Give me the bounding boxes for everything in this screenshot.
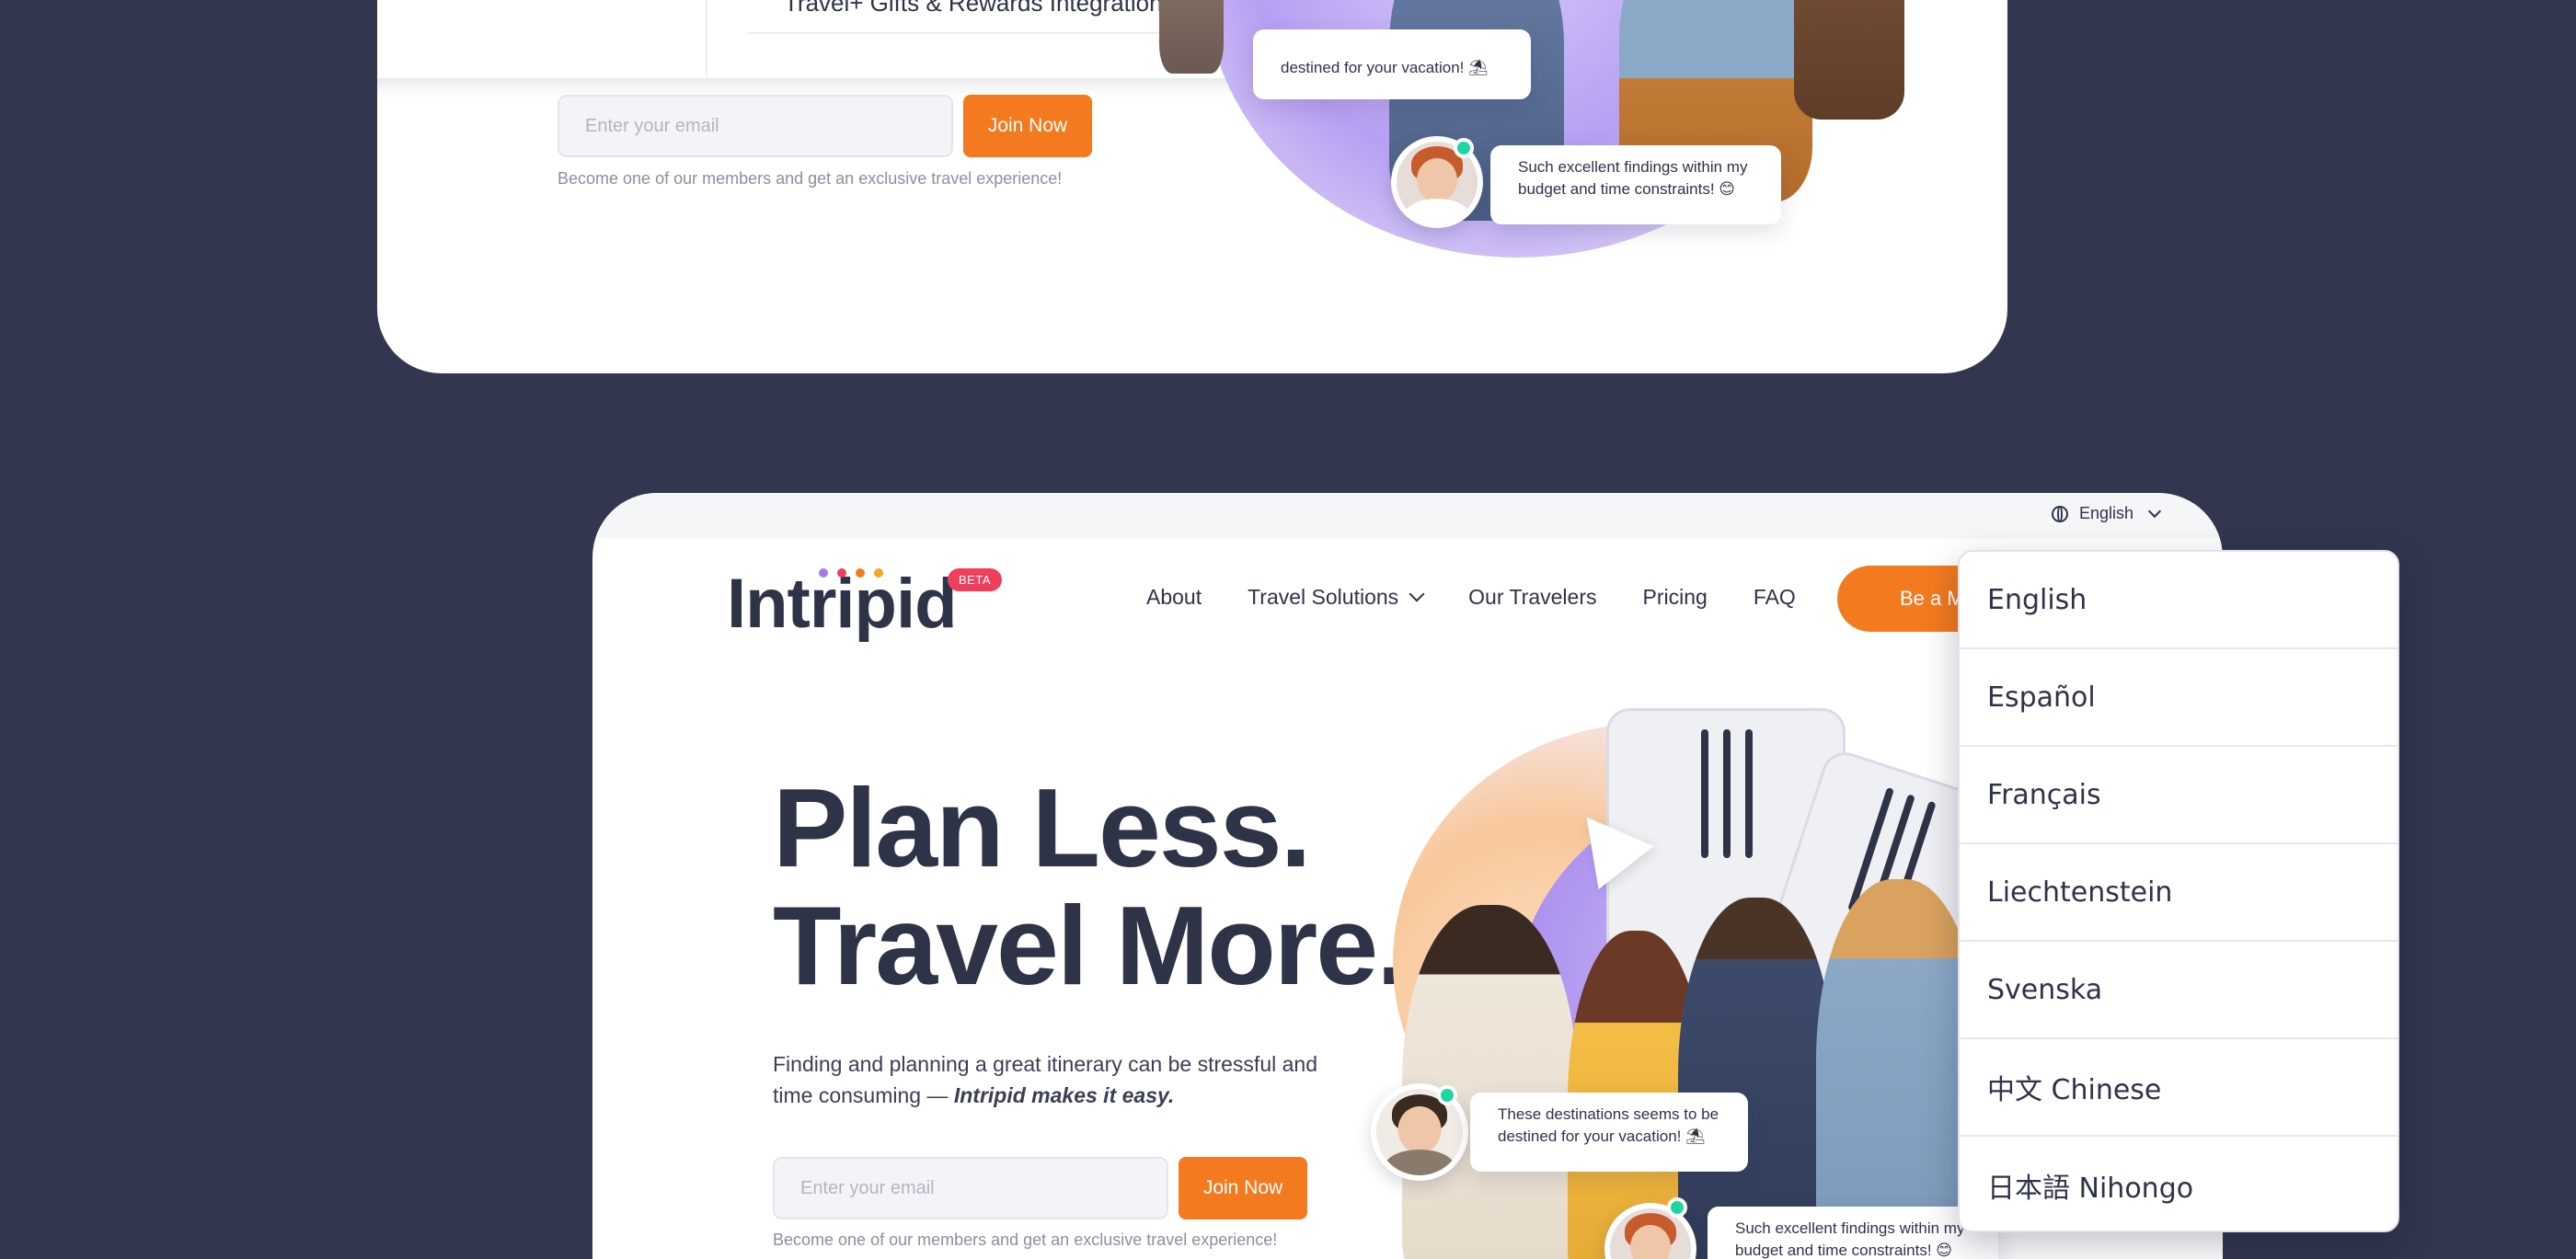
online-status-dot [1667,1197,1687,1218]
nav-pricing[interactable]: Pricing [1643,585,1708,610]
language-option-chinese[interactable]: 中文 Chinese [1960,1039,2398,1137]
testimonial-text: These destinations seems to be [1498,1105,1719,1123]
hero-subtitle-emphasis: Intripid makes it easy. [953,1083,1175,1107]
testimonial-text: destined for your vacation! ⛱ [1281,59,1489,76]
backpack-figure [1794,0,1904,120]
globe-icon [2052,505,2068,522]
language-switcher[interactable]: English [2052,504,2162,523]
testimonial-bubble: These destinations seems to be destined … [1470,1093,1748,1172]
menu-item-gifts-rewards[interactable]: Travel+ Gifts & Rewards Integration [784,0,1163,17]
main-nav: About Travel Solutions Our Travelers Pri… [1146,585,1796,610]
top-utility-bar: English [592,493,2223,539]
testimonial-bubble: Such excellent findings within my budget… [1490,145,1781,224]
language-option-espanol[interactable]: Español [1960,649,2398,747]
logo-dot [819,568,828,578]
email-input[interactable] [773,1157,1168,1219]
logo-dot [856,568,865,578]
traveler-figure [1816,879,1982,1259]
logo[interactable]: Intripid BETA [727,563,1002,646]
hero-title-line: Travel More. [773,883,1408,1008]
avatar-face [1417,157,1457,202]
testimonial-bubble: destined for your vacation! ⛱ [1253,29,1531,99]
online-status-dot [1454,138,1474,158]
testimonial-text: destined for your vacation! ⛱ [1498,1127,1706,1145]
language-option-svenska[interactable]: Svenska [1960,942,2398,1039]
member-note: Become one of our members and get an exc… [558,169,1063,188]
member-note: Become one of our members and get an exc… [773,1230,1278,1249]
testimonial-text: budget and time constraints! 😊 [1518,180,1736,198]
email-input[interactable] [558,95,953,157]
nav-about[interactable]: About [1146,585,1202,610]
beta-badge: BETA [948,568,1002,591]
chevron-down-icon [1409,586,1425,601]
hero-title-line: Plan Less. [773,765,1312,890]
avatar-face [1397,1105,1442,1154]
language-dropdown-menu: English Español Français Liechtenstein S… [1958,550,2399,1232]
language-label: English [2079,504,2134,522]
testimonial-text: budget and time constraints! 😊 [1735,1242,1953,1259]
nav-our-travelers[interactable]: Our Travelers [1468,585,1596,610]
panel-divider [706,0,707,78]
hero-title: Plan Less. Travel More. [773,765,1408,1008]
join-now-button[interactable]: Join Now [1179,1157,1307,1219]
chevron-down-icon [2147,504,2162,518]
ticket-stripe [1745,729,1753,858]
logo-dot [874,568,883,578]
testimonial-text: Such excellent findings within my [1518,158,1748,176]
language-option-liechtenstein[interactable]: Liechtenstein [1960,844,2398,942]
testimonial-text: Such excellent findings within my [1735,1219,1965,1237]
logo-dots [819,568,883,578]
language-option-nihongo[interactable]: 日本語 Nihongo [1960,1137,2398,1230]
top-preview-card: Travel+ Gifts & Rewards Integration Join… [377,0,2007,373]
logo-dot [837,568,846,578]
ticket-stripe [1701,729,1708,858]
join-now-button[interactable]: Join Now [963,95,1092,157]
nav-label: Travel Solutions [1248,585,1399,609]
ticket-stripe [1723,729,1731,858]
traveler-figure [1678,898,1834,1259]
nav-travel-solutions[interactable]: Travel Solutions [1248,585,1425,610]
nav-faq[interactable]: FAQ [1754,585,1796,610]
traveler-figure [1159,0,1224,74]
language-option-francais[interactable]: Français [1960,747,2398,844]
hero-subtitle: Finding and planning a great itinerary c… [773,1048,1362,1111]
testimonial-bubble: Such excellent findings within my budget… [1708,1207,1998,1259]
language-option-english[interactable]: English [1960,552,2398,649]
traveler-figure [1402,905,1577,1259]
online-status-dot [1437,1085,1457,1105]
